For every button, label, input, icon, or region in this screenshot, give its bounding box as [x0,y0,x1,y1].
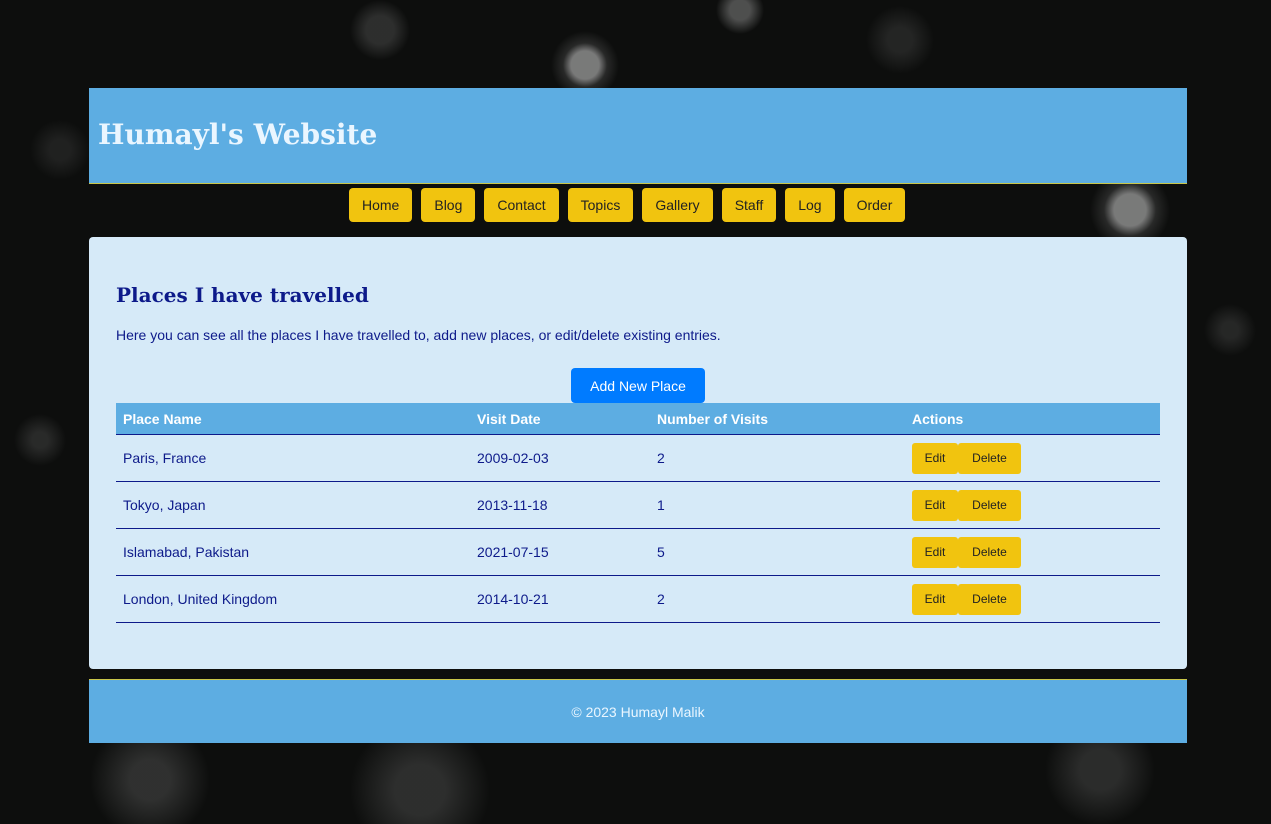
nav-order-button[interactable]: Order [843,188,906,222]
place-name-cell: Tokyo, Japan [116,481,470,529]
delete-button[interactable]: Delete [958,583,1021,615]
column-header-place-name: Place Name [116,403,470,435]
edit-button[interactable]: Edit [912,442,958,474]
actions-cell: Edit Delete [905,434,1160,482]
row-actions: Edit Delete [912,536,1153,568]
delete-button[interactable]: Delete [958,489,1021,521]
column-header-visit-date: Visit Date [470,403,650,435]
table-row: Paris, France 2009-02-03 2 Edit Delete [116,434,1160,482]
nav-gallery-button[interactable]: Gallery [642,188,713,222]
row-actions: Edit Delete [912,489,1153,521]
visits-count-cell: 2 [650,434,905,482]
column-header-actions: Actions [905,403,1160,435]
page-heading: Places I have travelled [116,283,369,307]
visit-date-cell: 2013-11-18 [470,481,650,529]
main-nav: Home Blog Contact Topics Gallery Staff L… [349,188,906,222]
table-row: Tokyo, Japan 2013-11-18 1 Edit Delete [116,481,1160,529]
nav-staff-button[interactable]: Staff [721,188,777,222]
visit-date-cell: 2014-10-21 [470,575,650,623]
nav-topics-button[interactable]: Topics [567,188,634,222]
visits-count-cell: 5 [650,528,905,576]
places-table: Place Name Visit Date Number of Visits A… [116,403,1160,623]
visit-date-cell: 2021-07-15 [470,528,650,576]
add-new-place-button[interactable]: Add New Place [571,368,705,403]
visit-date-cell: 2009-02-03 [470,434,650,482]
row-actions: Edit Delete [912,583,1153,615]
place-name-cell: London, United Kingdom [116,575,470,623]
site-title: Humayl's Website [98,118,378,151]
page-intro: Here you can see all the places I have t… [116,327,721,343]
copyright-text: © 2023 Humayl Malik [571,703,705,720]
actions-cell: Edit Delete [905,481,1160,529]
nav-blog-button[interactable]: Blog [421,188,476,222]
place-name-cell: Paris, France [116,434,470,482]
visits-count-cell: 2 [650,575,905,623]
nav-contact-button[interactable]: Contact [484,188,559,222]
nav-home-button[interactable]: Home [349,188,413,222]
table-row: Islamabad, Pakistan 2021-07-15 5 Edit De… [116,528,1160,576]
nav-log-button[interactable]: Log [785,188,835,222]
actions-cell: Edit Delete [905,528,1160,576]
edit-button[interactable]: Edit [912,583,958,615]
visits-count-cell: 1 [650,481,905,529]
edit-button[interactable]: Edit [912,489,958,521]
main-content: Places I have travelled Here you can see… [89,237,1187,669]
site-footer: © 2023 Humayl Malik [89,679,1187,743]
actions-cell: Edit Delete [905,575,1160,623]
delete-button[interactable]: Delete [958,536,1021,568]
edit-button[interactable]: Edit [912,536,958,568]
place-name-cell: Islamabad, Pakistan [116,528,470,576]
row-actions: Edit Delete [912,442,1153,474]
table-header-row: Place Name Visit Date Number of Visits A… [116,403,1160,435]
site-header: Humayl's Website [89,88,1187,184]
delete-button[interactable]: Delete [958,442,1021,474]
column-header-number-of-visits: Number of Visits [650,403,905,435]
table-row: London, United Kingdom 2014-10-21 2 Edit… [116,575,1160,623]
